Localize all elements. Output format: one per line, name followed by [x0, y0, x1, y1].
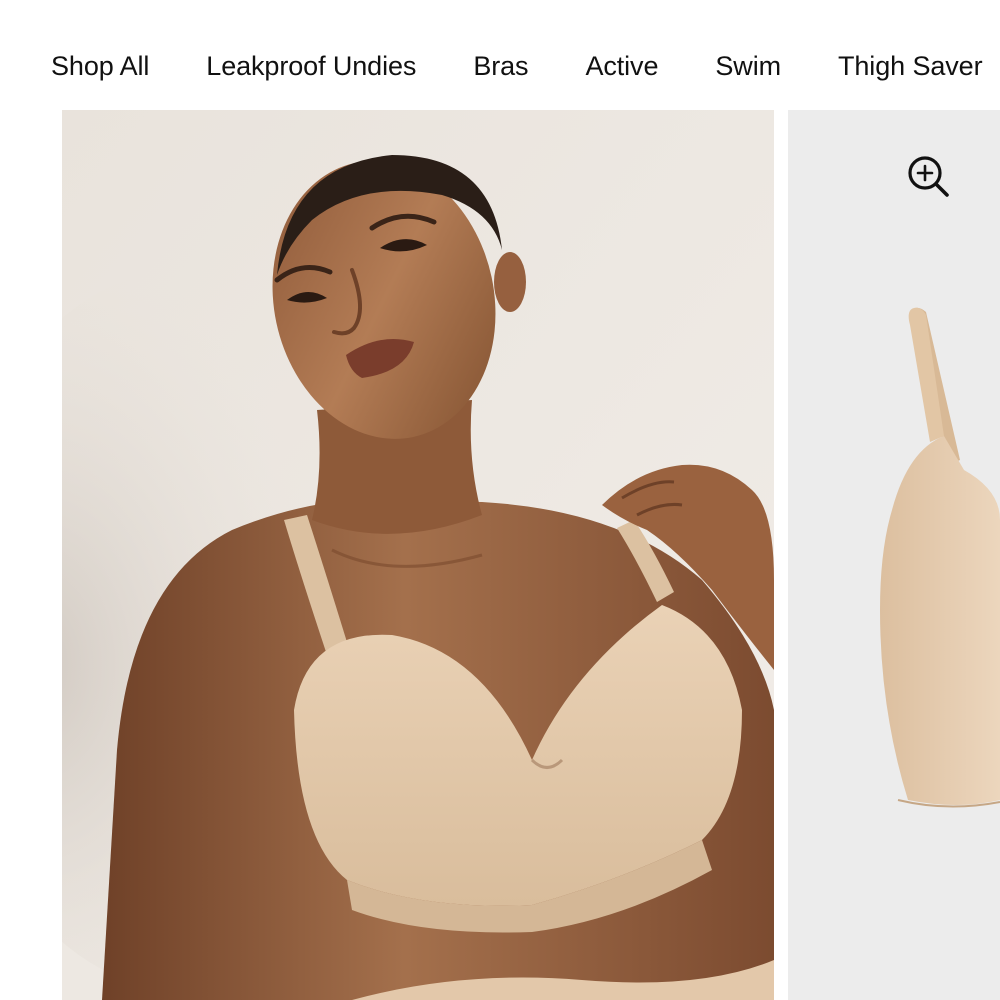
- gallery-image-model[interactable]: [62, 110, 774, 1000]
- nav-link-leakproof-undies[interactable]: Leakproof Undies: [206, 44, 416, 88]
- product-page: Shop All Leakproof Undies Bras Active Sw…: [0, 0, 1000, 1000]
- nav-link-swim[interactable]: Swim: [715, 44, 781, 88]
- zoom-in-icon: [908, 156, 949, 197]
- product-image-gallery: [0, 110, 1000, 1000]
- model-photo: [62, 110, 774, 1000]
- gallery-image-product[interactable]: [788, 110, 1000, 1000]
- nav-link-active[interactable]: Active: [585, 44, 658, 88]
- zoom-button[interactable]: [906, 154, 952, 200]
- product-bra-cup: [880, 436, 1000, 805]
- nav-link-shop-all[interactable]: Shop All: [51, 44, 149, 88]
- nav-link-thigh-saver[interactable]: Thigh Saver: [838, 44, 983, 88]
- nav-link-bras[interactable]: Bras: [473, 44, 528, 88]
- category-nav: Shop All Leakproof Undies Bras Active Sw…: [51, 44, 983, 88]
- product-photo: [880, 307, 1000, 808]
